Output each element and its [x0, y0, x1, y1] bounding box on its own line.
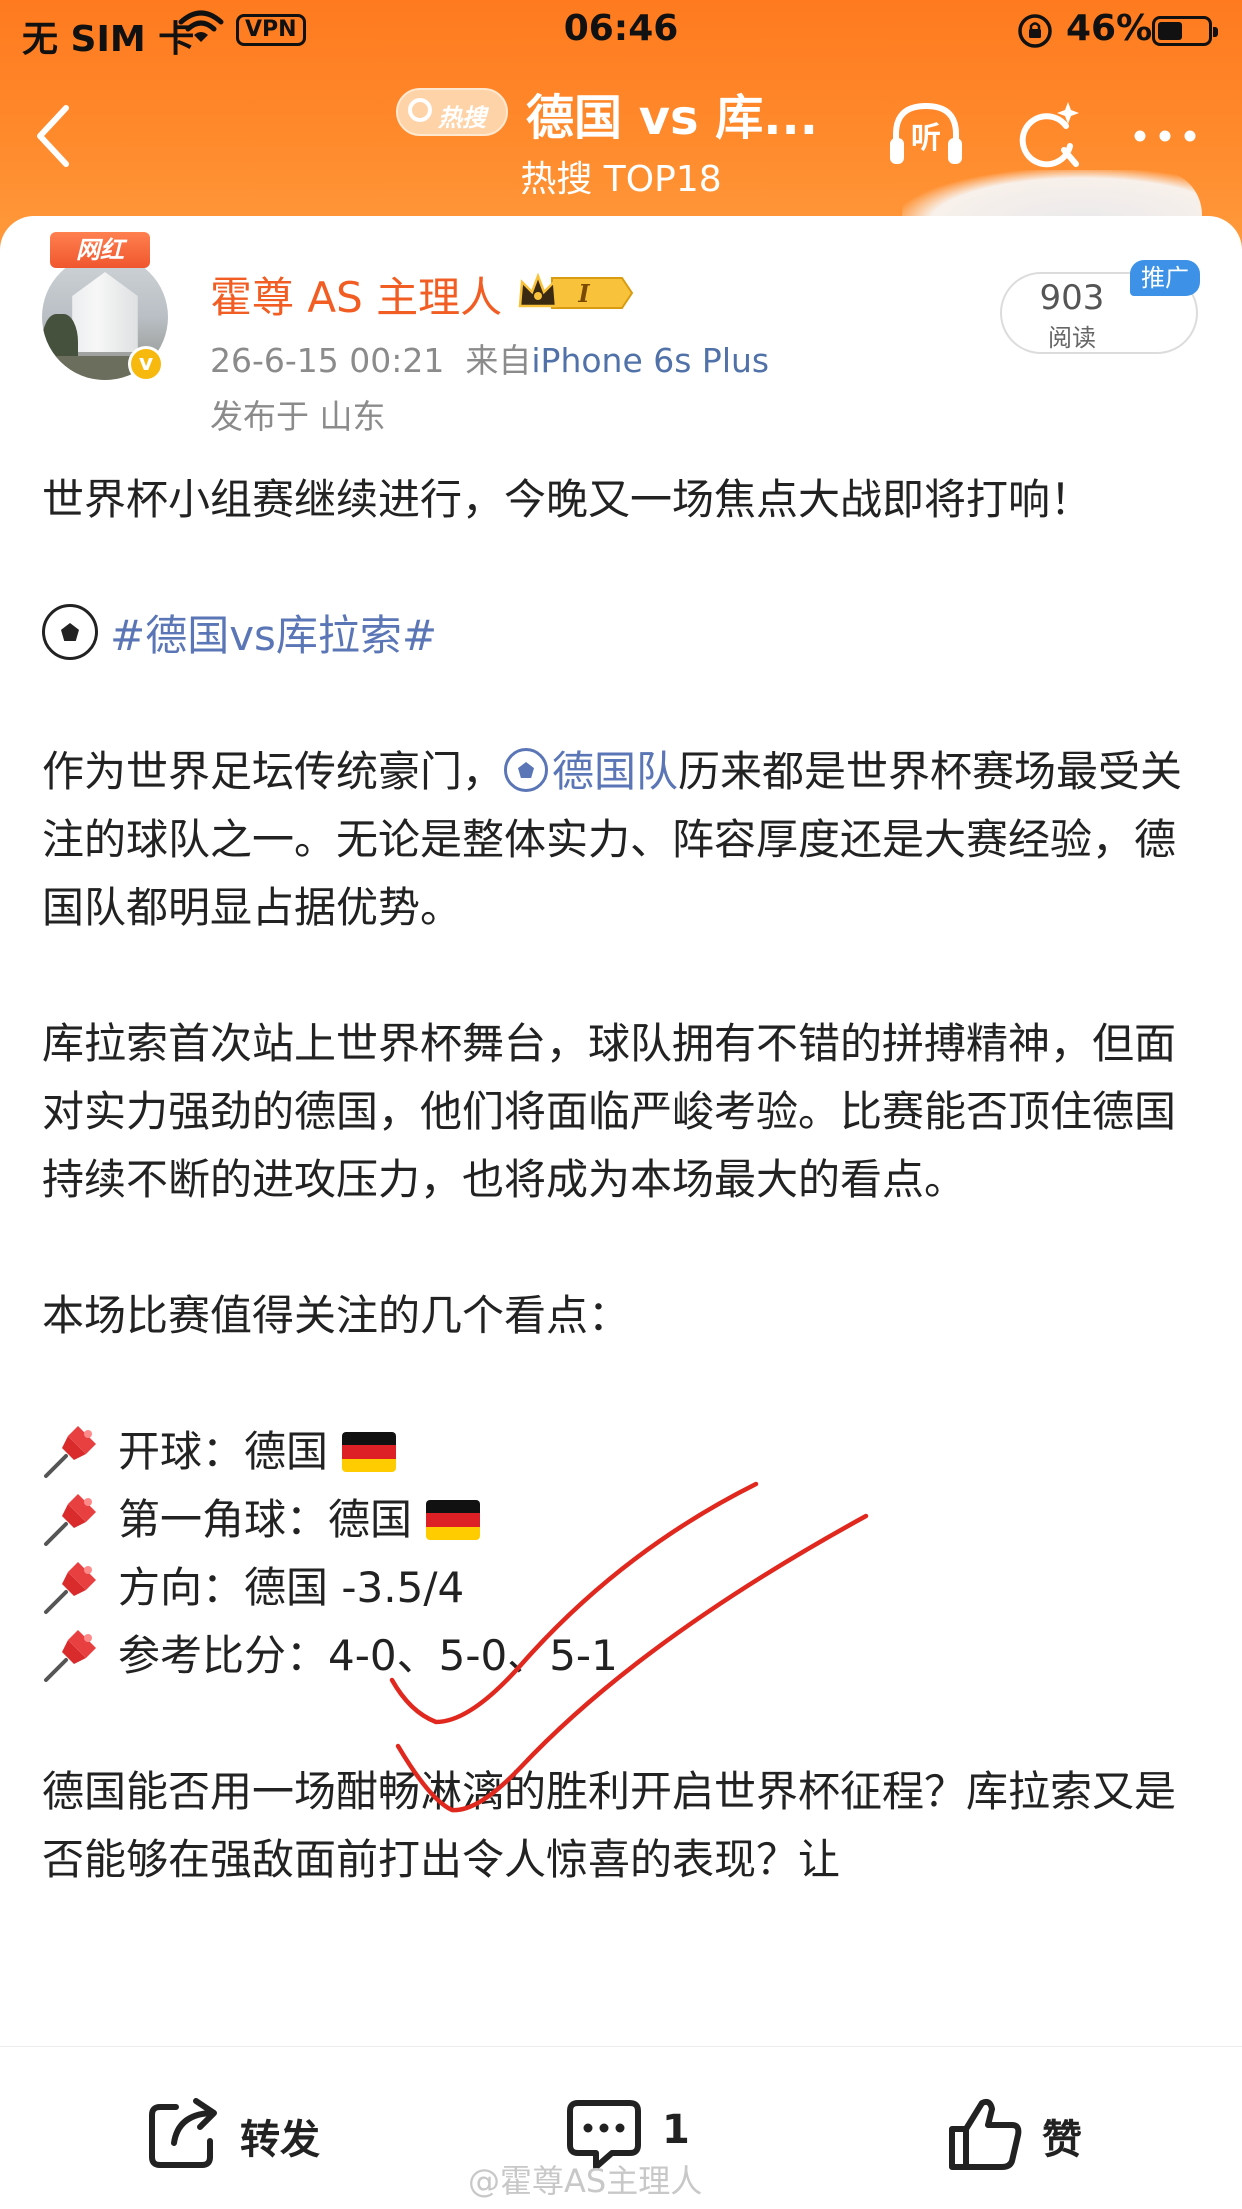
read-count-label: 阅读 [1048, 324, 1096, 352]
repost-label: 转发 [240, 2117, 320, 2163]
more-options-icon[interactable] [1130, 98, 1200, 168]
point-value: 德国 -3.5/4 [244, 1563, 465, 1612]
comment-count: 1 [662, 2107, 690, 2153]
username[interactable]: 霍尊 AS 主理人 [210, 264, 502, 325]
read-count: 903 [1039, 278, 1105, 318]
hashtag-line: #德国vs库拉索# [42, 602, 1202, 670]
point-item: 第一角球：德国 [42, 1486, 1202, 1554]
point-label: 参考比分： [118, 1631, 329, 1680]
source-prefix: 来自 [465, 341, 532, 380]
point-item: 开球：德国 [42, 1418, 1202, 1486]
page-title: 德国 vs 库... [526, 90, 818, 146]
hot-search-badge-label: 热搜 [438, 104, 486, 132]
search-icon [408, 98, 432, 122]
rotation-lock-icon [1018, 14, 1052, 48]
points-title: 本场比赛值得关注的几个看点： [42, 1291, 631, 1340]
post-card: 网红 v 霍尊 AS 主理人 I 26-6-15 00:21 来自iPhone … [0, 216, 1242, 2046]
battery-percent: 46% [1066, 8, 1153, 49]
point-label: 第一角球： [118, 1495, 329, 1544]
post-meta: 26-6-15 00:21 来自iPhone 6s Plus [210, 334, 769, 382]
clock: 06:46 [563, 8, 679, 49]
para1-text-a: 作为世界足坛传统豪门， [42, 747, 505, 796]
point-label: 开球： [118, 1427, 245, 1476]
point-item: 方向：德国 -3.5/4 [42, 1554, 1202, 1622]
repost-icon [149, 2098, 217, 2168]
hashtag-link[interactable]: #德国vs库拉索# [110, 611, 437, 660]
search-refresh-icon[interactable] [1010, 98, 1084, 172]
hot-search-badge: 热搜 [396, 88, 508, 136]
post-paragraph-2: 库拉索首次站上世界杯舞台，球队拥有不错的拼搏精神，但面对实力强劲的德国，他们将面… [42, 1019, 1177, 1204]
top-header: 无 SIM 卡 VPN 06:46 46% 热搜 德国 vs 库... 热搜 T… [0, 0, 1242, 250]
pushpin-icon [42, 1624, 102, 1684]
watermark: @霍尊AS主理人 [468, 2162, 703, 2200]
post-time: 26-6-15 00:21 [210, 341, 445, 380]
repost-button[interactable]: 转发 [146, 2095, 346, 2171]
pushpin-icon [42, 1488, 102, 1548]
verified-icon: v [128, 346, 164, 382]
post-source[interactable]: iPhone 6s Plus [531, 341, 769, 380]
point-label: 方向： [118, 1563, 245, 1612]
pushpin-icon [42, 1556, 102, 1616]
team-soccer-icon [504, 748, 549, 792]
point-value: 德国 [328, 1495, 413, 1544]
like-label: 赞 [1042, 2117, 1082, 2163]
listen-headphones-icon[interactable]: 听 [886, 98, 966, 170]
post-location: 发布于 山东 [210, 397, 386, 436]
point-value: 德国 [244, 1427, 329, 1476]
influencer-badge: 网红 [50, 232, 150, 268]
team-link[interactable]: 德国队 [552, 747, 678, 796]
listen-label: 听 [911, 121, 941, 156]
post-intro: 世界杯小组赛继续进行，今晚又一场焦点大战即将打响！ [42, 475, 1093, 524]
post-body: 世界杯小组赛继续进行，今晚又一场焦点大战即将打响！ #德国vs库拉索# 作为世界… [42, 466, 1202, 1894]
germany-flag-icon [342, 1432, 397, 1472]
point-item: 参考比分：4-0、5-0、5-1 [42, 1622, 1202, 1690]
pushpin-icon [42, 1420, 102, 1480]
member-crown-icon[interactable]: I [518, 272, 634, 314]
post-closing: 德国能否用一场酣畅淋漓的胜利开启世界杯征程？库拉索又是否能够在强敌面前打出令人惊… [42, 1767, 1177, 1884]
germany-flag-icon [426, 1500, 481, 1540]
thumbs-up-icon [949, 2098, 1022, 2170]
promo-badge[interactable]: 推广 [1130, 260, 1200, 296]
member-level: I [577, 279, 590, 308]
like-button[interactable]: 赞 [946, 2095, 1106, 2171]
battery-icon [1152, 16, 1218, 46]
soccer-ball-icon [42, 604, 98, 660]
post-paragraph-1: 作为世界足坛传统豪门， 德国队历来都是世界杯赛场最受关注的球队之一。无论是整体实力… [42, 738, 1202, 942]
status-bar: 无 SIM 卡 VPN 06:46 46% [0, 0, 1242, 64]
point-value: 4-0、5-0、5-1 [328, 1631, 618, 1680]
points-list: 开球：德国 第一角球：德国 方向：德国 -3.5/4 参考比分：4-0、5-0、5-1 [42, 1418, 1202, 1690]
